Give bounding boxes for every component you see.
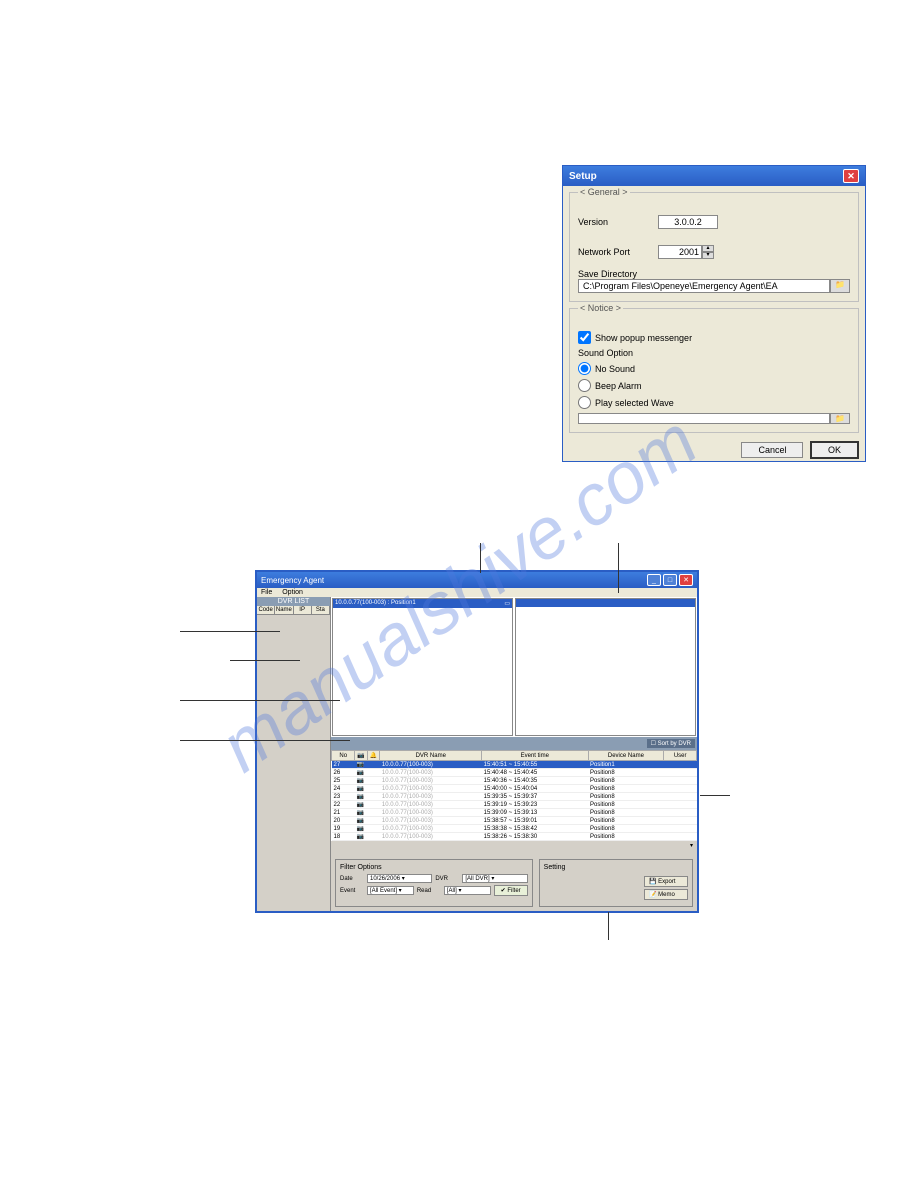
callout-line: [180, 700, 340, 701]
table-row[interactable]: 21📷10.0.0.77(100-003)15:39:09 ~ 15:39:13…: [332, 809, 697, 817]
callout-line: [180, 631, 280, 632]
nosound-radio[interactable]: [578, 362, 591, 375]
setup-titlebar: Setup ✕: [563, 166, 865, 186]
col-ip[interactable]: IP: [294, 606, 312, 614]
menu-option[interactable]: Option: [282, 589, 303, 596]
notice-legend: < Notice >: [578, 303, 623, 313]
callout-line: [480, 543, 482, 573]
dvr-label: DVR: [435, 876, 459, 882]
event-label: Event: [340, 888, 364, 894]
close-icon[interactable]: ✕: [679, 574, 693, 586]
th-dvrname[interactable]: DVR Name: [380, 751, 482, 761]
read-label: Read: [417, 888, 441, 894]
table-row[interactable]: 26📷10.0.0.77(100-003)15:40:48 ~ 15:40:45…: [332, 769, 697, 777]
grid-toolbar: ☐ Sort by DVR: [331, 737, 697, 750]
popup-checkbox[interactable]: [578, 331, 591, 344]
date-label: Date: [340, 876, 364, 882]
export-button[interactable]: 💾 Export: [644, 876, 688, 887]
event-select[interactable]: [All Event] ▾: [367, 886, 414, 895]
ea-titlebar: Emergency Agent _ □ ✕: [257, 572, 697, 588]
video-panel-2[interactable]: [515, 598, 696, 736]
minimize-icon[interactable]: _: [647, 574, 661, 586]
setting-panel: Setting 💾 Export 📝 Memo: [539, 859, 693, 907]
col-name[interactable]: Name: [275, 606, 293, 614]
table-row[interactable]: 20📷10.0.0.77(100-003)15:38:57 ~ 15:39:01…: [332, 817, 697, 825]
popup-label: Show popup messenger: [595, 333, 692, 343]
ok-button[interactable]: OK: [810, 441, 859, 459]
table-row[interactable]: 23📷10.0.0.77(100-003)15:39:35 ~ 15:39:37…: [332, 793, 697, 801]
close-icon[interactable]: ✕: [843, 169, 859, 183]
table-row[interactable]: 25📷10.0.0.77(100-003)15:40:36 ~ 15:40:35…: [332, 777, 697, 785]
dvr-list-sidebar: DVR LIST Code Name IP Sta: [257, 597, 331, 911]
savedir-label: Save Directory: [578, 269, 850, 279]
filter-title: Filter Options: [340, 864, 528, 871]
callout-line: [608, 912, 610, 940]
menu-file[interactable]: File: [261, 589, 272, 596]
browse-icon[interactable]: 📁: [830, 279, 850, 293]
scroll-indicator-icon[interactable]: ▾: [690, 842, 693, 854]
col-code[interactable]: Code: [257, 606, 275, 614]
table-row[interactable]: 18📷10.0.0.77(100-003)15:38:26 ~ 15:38:30…: [332, 833, 697, 841]
beep-radio[interactable]: [578, 379, 591, 392]
port-spinner[interactable]: ▴ ▾: [658, 245, 718, 259]
savedir-input[interactable]: C:\Program Files\Openeye\Emergency Agent…: [578, 279, 830, 293]
wave-path-input[interactable]: [578, 413, 830, 424]
version-label: Version: [578, 217, 658, 227]
setup-dialog: Setup ✕ < General > Version 3.0.0.2 Netw…: [562, 165, 866, 462]
beep-label: Beep Alarm: [595, 381, 642, 391]
dvr-select[interactable]: [All DVR] ▾: [462, 874, 527, 883]
callout-line: [230, 660, 300, 661]
cancel-button[interactable]: Cancel: [741, 442, 803, 458]
callout-line: [180, 740, 350, 741]
table-row[interactable]: 27📷10.0.0.77(100-003)15:40:51 ~ 15:40:55…: [332, 761, 697, 769]
filter-button[interactable]: ✔ Filter: [494, 885, 528, 896]
playwave-label: Play selected Wave: [595, 398, 674, 408]
read-select[interactable]: [All] ▾: [444, 886, 491, 895]
table-row[interactable]: 24📷10.0.0.77(100-003)15:40:00 ~ 15:40:04…: [332, 785, 697, 793]
sound-option-label: Sound Option: [578, 348, 850, 358]
general-fieldset: < General > Version 3.0.0.2 Network Port…: [569, 192, 859, 302]
date-select[interactable]: 10/26/2006 ▾: [367, 874, 432, 883]
event-table: No 📷 🔔 DVR Name Event time Device Name U…: [331, 750, 697, 841]
th-icon2[interactable]: 🔔: [367, 751, 379, 761]
port-label: Network Port: [578, 247, 658, 257]
sidebar-title: DVR LIST: [257, 597, 330, 606]
maximize-icon[interactable]: □: [663, 574, 677, 586]
th-user[interactable]: User: [664, 751, 697, 761]
th-eventtime[interactable]: Event time: [482, 751, 588, 761]
ea-title: Emergency Agent: [261, 576, 324, 585]
nosound-label: No Sound: [595, 364, 635, 374]
filter-options-panel: Filter Options Date 10/26/2006 ▾ DVR [Al…: [335, 859, 533, 907]
table-row[interactable]: 22📷10.0.0.77(100-003)15:39:19 ~ 15:39:23…: [332, 801, 697, 809]
memo-button[interactable]: 📝 Memo: [644, 889, 688, 900]
th-devicename[interactable]: Device Name: [588, 751, 664, 761]
general-legend: < General >: [578, 187, 630, 197]
video-control-icon[interactable]: ▭: [504, 600, 510, 607]
setting-title: Setting: [544, 864, 688, 871]
th-icon1[interactable]: 📷: [355, 751, 367, 761]
col-sta[interactable]: Sta: [312, 606, 330, 614]
spin-up-icon[interactable]: ▴: [702, 245, 714, 252]
callout-line: [700, 795, 730, 796]
emergency-agent-window: Emergency Agent _ □ ✕ File Option DVR LI…: [255, 570, 699, 913]
video-panel-1[interactable]: 10.0.0.77(100-003) : Position1 ▭: [332, 598, 513, 736]
table-row[interactable]: 19📷10.0.0.77(100-003)15:38:38 ~ 15:38:42…: [332, 825, 697, 833]
wave-browse-icon[interactable]: 📁: [830, 413, 850, 424]
playwave-radio[interactable]: [578, 396, 591, 409]
port-input[interactable]: [658, 245, 702, 259]
ea-menubar: File Option: [257, 588, 697, 597]
spin-down-icon[interactable]: ▾: [702, 252, 714, 259]
notice-fieldset: < Notice > Show popup messenger Sound Op…: [569, 308, 859, 433]
th-no[interactable]: No: [332, 751, 355, 761]
setup-title: Setup: [569, 171, 597, 182]
callout-line: [618, 543, 620, 593]
sort-by-dvr-button[interactable]: ☐ Sort by DVR: [647, 739, 695, 748]
video1-title: 10.0.0.77(100-003) : Position1: [335, 600, 416, 607]
version-value: 3.0.0.2: [658, 215, 718, 229]
